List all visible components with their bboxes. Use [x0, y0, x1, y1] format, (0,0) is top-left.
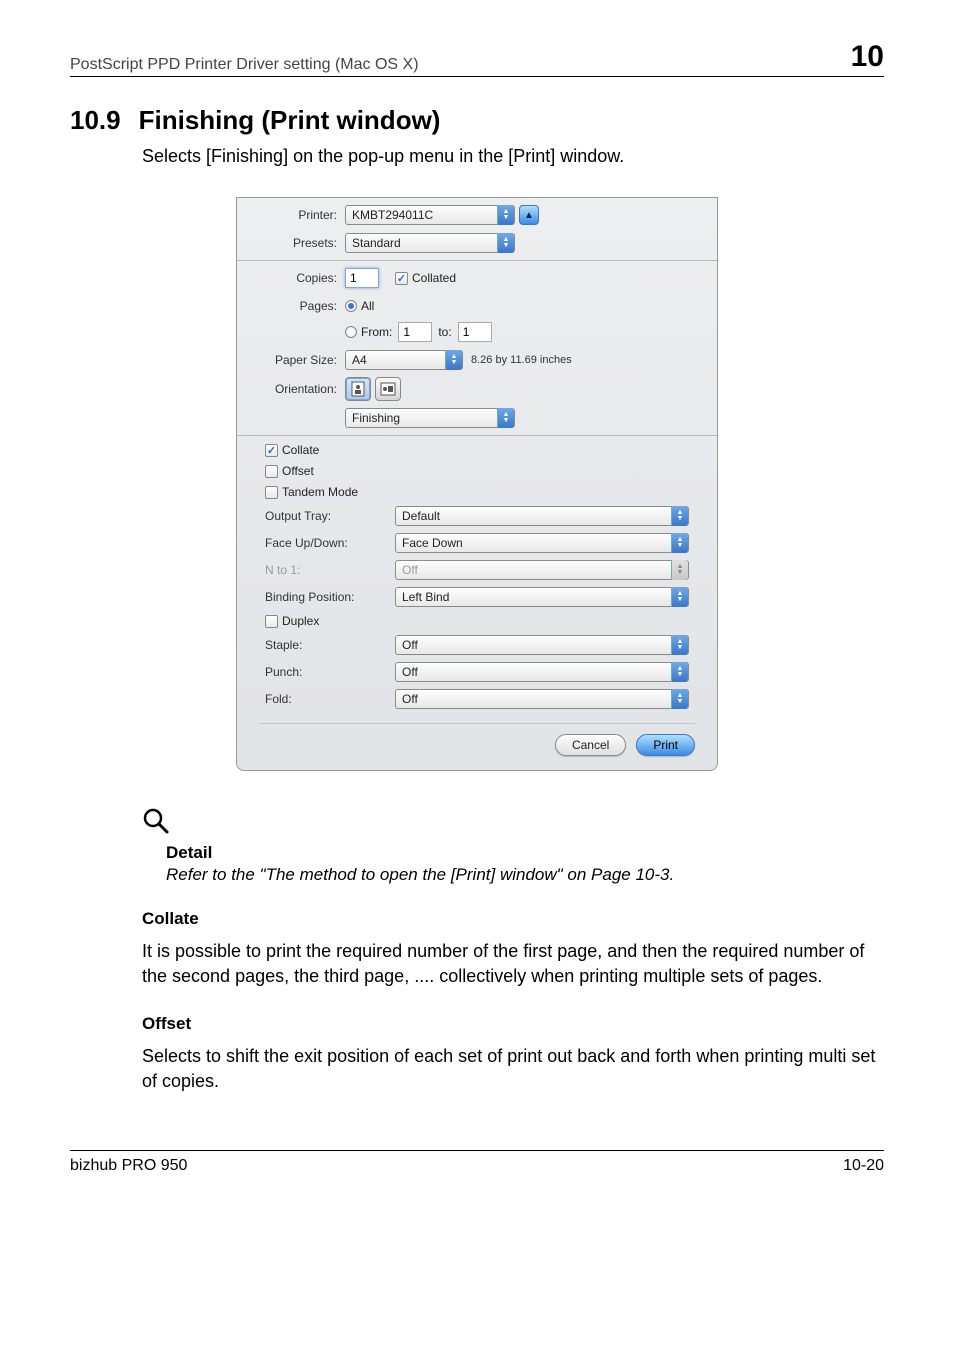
pages-from-radio[interactable]	[345, 326, 357, 338]
disclosure-button[interactable]: ▲	[519, 205, 539, 225]
copies-label: Copies:	[253, 271, 345, 285]
orientation-landscape-button[interactable]	[375, 377, 401, 401]
output-tray-select[interactable]: Default ▲▼	[395, 506, 689, 526]
pages-label: Pages:	[253, 299, 345, 313]
print-dialog: Printer: KMBT294011C ▲▼ ▲ Presets: Stand…	[236, 197, 718, 771]
staple-value: Off	[402, 638, 418, 652]
fold-value: Off	[402, 692, 418, 706]
magnifier-icon	[142, 807, 884, 841]
detail-body: Refer to the "The method to open the [Pr…	[166, 865, 884, 885]
presets-label: Presets:	[253, 236, 345, 250]
paper-size-select[interactable]: A4 ▲▼	[345, 350, 463, 370]
tandem-checkbox[interactable]	[265, 486, 278, 499]
detail-heading: Detail	[166, 843, 884, 863]
footer-page: 10-20	[843, 1157, 884, 1175]
page-header: PostScript PPD Printer Driver setting (M…	[70, 40, 884, 77]
chevron-updown-icon: ▲▼	[497, 233, 514, 253]
portrait-icon	[351, 381, 365, 397]
offset-heading: Offset	[142, 1014, 884, 1034]
paper-size-value: A4	[352, 353, 367, 367]
output-tray-value: Default	[402, 509, 440, 523]
chevron-updown-icon: ▲▼	[671, 662, 688, 682]
pane-select-value: Finishing	[352, 411, 400, 425]
chevron-updown-icon: ▲▼	[671, 533, 688, 553]
presets-value: Standard	[352, 236, 401, 250]
pages-all-label: All	[361, 299, 374, 313]
chevron-updown-icon: ▲▼	[671, 560, 688, 580]
offset-label: Offset	[282, 464, 314, 478]
collate-heading: Collate	[142, 909, 884, 929]
chapter-number: 10	[851, 40, 884, 74]
face-select[interactable]: Face Down ▲▼	[395, 533, 689, 553]
nto1-label: N to 1:	[265, 563, 395, 577]
offset-body: Selects to shift the exit position of ea…	[142, 1044, 884, 1094]
tandem-label: Tandem Mode	[282, 485, 358, 499]
fold-select[interactable]: Off ▲▼	[395, 689, 689, 709]
footer-product: bizhub PRO 950	[70, 1157, 187, 1175]
collate-label: Collate	[282, 443, 319, 457]
punch-select[interactable]: Off ▲▼	[395, 662, 689, 682]
presets-select[interactable]: Standard ▲▼	[345, 233, 515, 253]
printer-value: KMBT294011C	[352, 208, 433, 222]
pane-select[interactable]: Finishing ▲▼	[345, 408, 515, 428]
duplex-label: Duplex	[282, 614, 319, 628]
collate-checkbox[interactable]: ✓	[265, 444, 278, 457]
staple-select[interactable]: Off ▲▼	[395, 635, 689, 655]
divider	[237, 435, 717, 436]
pages-from-input[interactable]	[398, 322, 432, 342]
duplex-checkbox[interactable]	[265, 615, 278, 628]
divider	[237, 260, 717, 261]
printer-label: Printer:	[253, 208, 345, 222]
offset-checkbox[interactable]	[265, 465, 278, 478]
orientation-label: Orientation:	[253, 382, 345, 396]
chevron-updown-icon: ▲▼	[671, 689, 688, 709]
collated-label: Collated	[412, 271, 456, 285]
paper-dimensions: 8.26 by 11.69 inches	[471, 354, 572, 366]
binding-value: Left Bind	[402, 590, 449, 604]
printer-select[interactable]: KMBT294011C ▲▼	[345, 205, 515, 225]
nto1-value: Off	[402, 563, 418, 577]
paper-size-label: Paper Size:	[253, 353, 345, 367]
face-label: Face Up/Down:	[265, 536, 395, 550]
pages-to-input[interactable]	[458, 322, 492, 342]
chevron-updown-icon: ▲▼	[671, 506, 688, 526]
print-button[interactable]: Print	[636, 734, 695, 756]
section-number: 10.9	[70, 105, 121, 136]
collate-body: It is possible to print the required num…	[142, 939, 884, 989]
pages-from-label: From:	[361, 325, 392, 339]
binding-select[interactable]: Left Bind ▲▼	[395, 587, 689, 607]
section-title: Finishing (Print window)	[139, 105, 441, 136]
face-value: Face Down	[402, 536, 463, 550]
detail-block: Detail Refer to the "The method to open …	[142, 807, 884, 885]
output-tray-label: Output Tray:	[265, 509, 395, 523]
pages-to-label: to:	[438, 325, 451, 339]
section-heading: 10.9 Finishing (Print window)	[70, 105, 884, 136]
page-footer: bizhub PRO 950 10-20	[70, 1150, 884, 1175]
staple-label: Staple:	[265, 638, 395, 652]
chevron-updown-icon: ▲▼	[671, 635, 688, 655]
chevron-updown-icon: ▲▼	[445, 350, 462, 370]
fold-label: Fold:	[265, 692, 395, 706]
landscape-icon	[380, 382, 396, 396]
cancel-button[interactable]: Cancel	[555, 734, 626, 756]
binding-label: Binding Position:	[265, 590, 395, 604]
section-description: Selects [Finishing] on the pop-up menu i…	[142, 144, 884, 169]
orientation-portrait-button[interactable]	[345, 377, 371, 401]
chevron-updown-icon: ▲▼	[497, 408, 514, 428]
pages-all-radio[interactable]	[345, 300, 357, 312]
chevron-updown-icon: ▲▼	[671, 587, 688, 607]
chevron-updown-icon: ▲▼	[497, 205, 514, 225]
copies-input[interactable]	[345, 268, 379, 288]
punch-label: Punch:	[265, 665, 395, 679]
collated-checkbox[interactable]: ✓	[395, 272, 408, 285]
header-title: PostScript PPD Printer Driver setting (M…	[70, 56, 419, 74]
punch-value: Off	[402, 665, 418, 679]
nto1-select: Off ▲▼	[395, 560, 689, 580]
